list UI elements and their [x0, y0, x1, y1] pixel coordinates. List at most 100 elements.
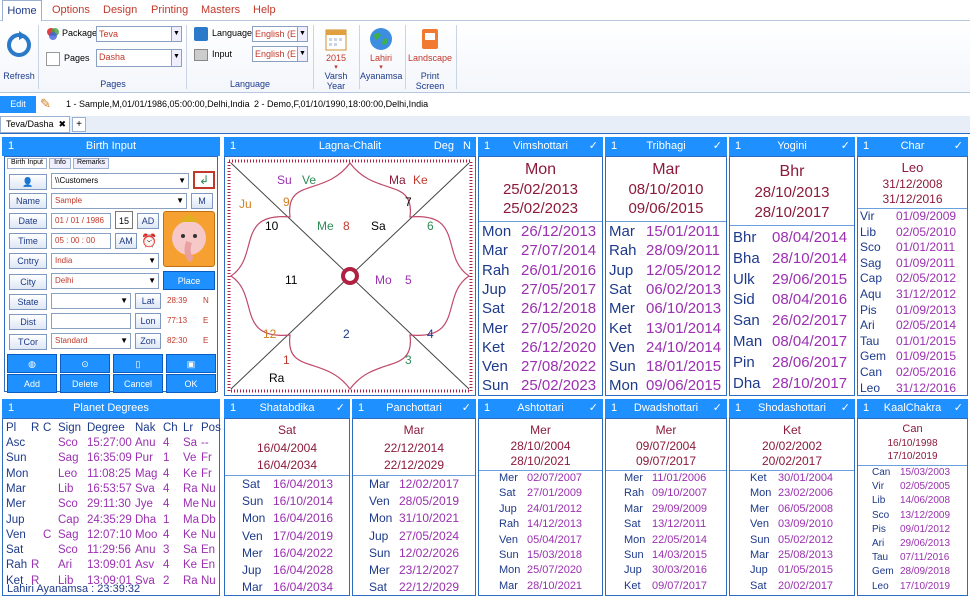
menu-design[interactable]: Design — [99, 0, 141, 21]
lon-direction[interactable]: E — [203, 316, 208, 325]
table-row[interactable]: Sun Sag 16:35:09 Pur 1 Ve Fr — [3, 452, 219, 467]
dasha-row[interactable]: Mon 25/07/2020 — [479, 564, 602, 579]
dasha-row[interactable]: Can 02/05/2016 — [858, 365, 967, 381]
table-row[interactable]: Mar Lib 16:53:57 Sva 4 Ra Nu — [3, 483, 219, 498]
dwadshottari-check-icon[interactable]: ✓ — [713, 399, 722, 418]
dasha-row[interactable]: Sun 15/03/2018 — [479, 549, 602, 564]
dasha-row[interactable]: Cap 02/05/2012 — [858, 271, 967, 287]
edit-dob-button[interactable]: Edit DOB — [0, 96, 36, 126]
dasha-row[interactable]: Sat 26/12/2018 — [479, 300, 602, 319]
dasha-row[interactable]: Mon 23/02/2006 — [730, 487, 854, 502]
varsh-year-button[interactable]: 2015 ▾ Varsh Year — [316, 27, 356, 91]
zon-direction[interactable]: E — [203, 336, 208, 345]
table-row[interactable]: Jup Cap 24:35:29 Dha 1 Ma Db — [3, 514, 219, 529]
dasha-row[interactable]: Sat 22/12/2029 — [353, 580, 475, 597]
dasha-row[interactable]: Mon 31/10/2021 — [353, 511, 475, 528]
dasha-row[interactable]: Jup 16/04/2028 — [225, 563, 349, 580]
shodashottari-check-icon[interactable]: ✓ — [841, 399, 850, 418]
table-row[interactable]: Ven C Sag 12:07:10 Moo 4 Ke Nu — [3, 529, 219, 544]
dasha-row[interactable]: Jup 27/05/2024 — [353, 529, 475, 546]
dasha-row[interactable]: Mon 22/05/2014 — [606, 534, 726, 549]
customer-icon-button[interactable]: 👤 — [9, 174, 47, 190]
era-button[interactable]: AD — [137, 213, 159, 229]
ok-button[interactable]: OK — [166, 374, 216, 393]
dasha-row[interactable]: Pin 28/06/2017 — [730, 354, 854, 375]
dasha-row[interactable]: Jup 01/05/2015 — [730, 564, 854, 579]
tcor-field[interactable]: Standard ▼ — [51, 333, 131, 349]
dasha-row[interactable]: Gem 01/09/2015 — [858, 349, 967, 365]
dasha-row[interactable]: Sat 16/04/2013 — [225, 477, 349, 494]
dasha-row[interactable]: Ven 03/09/2010 — [730, 518, 854, 533]
dasha-row[interactable]: Mar 15/01/2011 — [606, 223, 726, 242]
calendar-day-button[interactable]: 15 — [115, 211, 133, 229]
dasha-row[interactable]: Lib 14/06/2008 — [858, 495, 967, 509]
dasha-row[interactable]: Mer 06/10/2013 — [606, 300, 726, 319]
gender-button[interactable]: M — [191, 193, 213, 209]
dasha-row[interactable]: Sid 08/04/2016 — [730, 291, 854, 312]
dasha-row[interactable]: Tau 07/11/2016 — [858, 552, 967, 566]
name-field[interactable]: Sample ▼ — [51, 193, 187, 209]
dasha-row[interactable]: Sun 12/02/2026 — [353, 546, 475, 563]
tab-teva-dasha[interactable]: Teva/Dasha ✖ — [0, 116, 70, 133]
close-tab-icon[interactable]: ✖ — [58, 117, 66, 132]
pages-select[interactable]: Dasha ▼ — [96, 49, 182, 67]
dasha-row[interactable]: Gem 28/09/2018 — [858, 566, 967, 580]
dasha-row[interactable]: Ari 02/05/2014 — [858, 318, 967, 334]
alarm-icon[interactable]: ⏰ — [141, 233, 157, 249]
dasha-row[interactable]: Mar 12/02/2017 — [353, 477, 475, 494]
dasha-row[interactable]: Vir 01/09/2009 — [858, 209, 967, 225]
vimshottari-check-icon[interactable]: ✓ — [589, 137, 598, 156]
dasha-row[interactable]: Pis 09/01/2012 — [858, 524, 967, 538]
dasha-row[interactable]: Sat 20/02/2017 — [730, 580, 854, 595]
city-field[interactable]: Delhi ▼ — [51, 273, 159, 289]
ayanamsa-button[interactable]: Lahiri ▾ Ayanamsa — [360, 27, 402, 81]
dasha-row[interactable]: Ket 30/01/2004 — [730, 472, 854, 487]
menu-masters[interactable]: Masters — [197, 0, 244, 21]
country-field[interactable]: India ▼ — [51, 253, 159, 269]
dasha-row[interactable]: Mar 27/07/2014 — [479, 242, 602, 261]
dasha-row[interactable]: Mer 06/05/2008 — [730, 503, 854, 518]
table-row[interactable]: Mer Sco 29:11:30 Jye 4 Me Nu — [3, 498, 219, 513]
dasha-row[interactable]: Sun 16/10/2014 — [225, 494, 349, 511]
print-screen-button[interactable]: Landscape Print Screen — [406, 27, 454, 91]
tab-birth-input[interactable]: Birth Input — [7, 158, 47, 169]
dasha-row[interactable]: Sun 14/03/2015 — [606, 549, 726, 564]
table-row[interactable]: Rah R Ari 13:09:01 Asv 4 Ke En — [3, 559, 219, 574]
package-select[interactable]: Teva ▼ — [96, 26, 182, 42]
dist-field[interactable] — [51, 313, 131, 329]
dasha-row[interactable]: Mon 26/12/2013 — [479, 223, 602, 242]
delete-button[interactable]: Delete — [60, 374, 110, 393]
target-button[interactable]: ⊙ — [60, 354, 110, 373]
dasha-row[interactable]: Ket 09/07/2017 — [606, 580, 726, 595]
dasha-row[interactable]: Sun 05/02/2012 — [730, 534, 854, 549]
back-arrow-button[interactable]: ↲ — [193, 171, 215, 189]
dasha-row[interactable]: Ulk 29/06/2015 — [730, 271, 854, 292]
new-button[interactable]: ▯ — [113, 354, 163, 373]
dasha-row[interactable]: Jup 30/03/2016 — [606, 564, 726, 579]
tab-remarks[interactable]: Remarks — [73, 158, 109, 169]
menu-printing[interactable]: Printing — [147, 0, 192, 21]
dasha-row[interactable]: Bhr 08/04/2014 — [730, 229, 854, 250]
dasha-row[interactable]: Sco 01/01/2011 — [858, 240, 967, 256]
dasha-row[interactable]: Bha 28/10/2014 — [730, 250, 854, 271]
state-field[interactable]: ▼ — [51, 293, 131, 309]
dasha-row[interactable]: Sat 27/01/2009 — [479, 487, 602, 502]
dasha-row[interactable]: Ven 24/10/2014 — [606, 339, 726, 358]
dasha-row[interactable]: Mer 16/04/2022 — [225, 546, 349, 563]
dasha-row[interactable]: Mar 28/10/2021 — [479, 580, 602, 595]
dasha-row[interactable]: San 26/02/2017 — [730, 312, 854, 333]
dasha-row[interactable]: Lib 02/05/2010 — [858, 225, 967, 241]
table-row[interactable]: Asc Sco 15:27:00 Anu 4 Sa -- — [3, 437, 219, 452]
yogini-check-icon[interactable]: ✓ — [841, 137, 850, 156]
dasha-row[interactable]: Mon 09/06/2015 — [606, 377, 726, 396]
dasha-row[interactable]: Mer 02/07/2007 — [479, 472, 602, 487]
globe-button[interactable]: ◍ — [7, 354, 57, 373]
tab-info[interactable]: Info — [49, 158, 71, 169]
place-finder-button[interactable]: Place Finder — [163, 271, 215, 305]
dasha-row[interactable]: Rah 09/10/2007 — [606, 487, 726, 502]
dasha-row[interactable]: Aqu 31/12/2012 — [858, 287, 967, 303]
dasha-row[interactable]: Sat 13/12/2011 — [606, 518, 726, 533]
dasha-row[interactable]: Ket 13/01/2014 — [606, 320, 726, 339]
dasha-row[interactable]: Mon 16/04/2016 — [225, 511, 349, 528]
zon-value[interactable]: 82:30 — [167, 336, 187, 345]
